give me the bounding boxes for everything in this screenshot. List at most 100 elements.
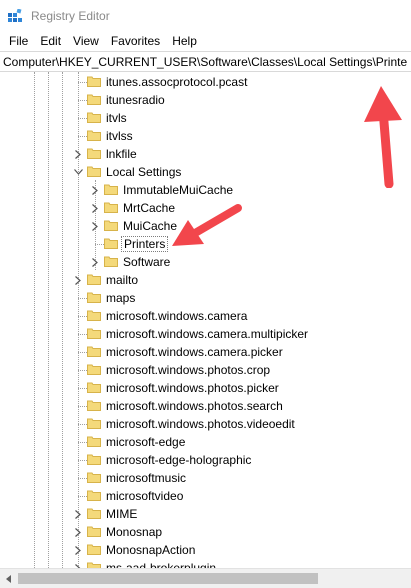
folder-icon (104, 256, 118, 267)
tree-guide-line (78, 478, 87, 479)
tree-row[interactable]: maps (0, 289, 411, 307)
folder-icon (87, 328, 101, 339)
tree-row[interactable]: ms-aad-brokerplugin (0, 559, 411, 568)
tree-item-label: Local Settings (106, 165, 182, 179)
tree-row[interactable]: itunes.assocprotocol.pcast (0, 73, 411, 91)
chevron-right-icon[interactable] (73, 559, 83, 568)
folder-icon (104, 238, 118, 249)
folder-icon (87, 418, 101, 429)
tree-row[interactable]: itunesradio (0, 91, 411, 109)
tree-item-label: Monosnap (106, 525, 163, 539)
tree-guide-line (78, 352, 87, 353)
tree-guide-line (78, 334, 87, 335)
tree-item-label: itvls (106, 111, 127, 125)
chevron-right-icon[interactable] (73, 145, 83, 163)
tree-row[interactable]: microsoftmusic (0, 469, 411, 487)
address-input[interactable] (3, 53, 407, 71)
menu-favorites[interactable]: Favorites (105, 31, 166, 51)
horizontal-scrollbar[interactable] (0, 568, 411, 588)
tree-item-label: microsoft.windows.photos.crop (106, 363, 271, 377)
tree-row[interactable]: microsoft.windows.camera.multipicker (0, 325, 411, 343)
folder-icon (87, 490, 101, 501)
tree-item-label: microsoft-edge (106, 435, 186, 449)
tree-item-label-selected: Printers (121, 236, 169, 252)
address-bar (0, 51, 411, 72)
registry-key-tree[interactable]: itunes.assocprotocol.pcast itunesradio itv… (0, 72, 411, 568)
chevron-right-icon[interactable] (73, 541, 83, 559)
tree-row[interactable]: lnkfile (0, 145, 411, 163)
tree-item-label: lnkfile (106, 147, 137, 161)
tree-row[interactable]: microsoft.windows.camera.picker (0, 343, 411, 361)
tree-item-label: microsoft.windows.photos.videoedit (106, 417, 295, 431)
window-title: Registry Editor (31, 9, 110, 23)
tree-item-label: MonosnapAction (106, 543, 196, 557)
menu-file[interactable]: File (3, 31, 34, 51)
folder-icon (87, 526, 101, 537)
folder-icon (87, 94, 101, 105)
tree-row[interactable]: Monosnap (0, 523, 411, 541)
chevron-right-icon[interactable] (73, 523, 83, 541)
tree-guide-line (78, 496, 87, 497)
tree-row[interactable]: Software (0, 253, 411, 271)
chevron-right-icon[interactable] (90, 253, 100, 271)
tree-row[interactable]: itvlss (0, 127, 411, 145)
tree-row[interactable]: microsoft-edge (0, 433, 411, 451)
chevron-right-icon[interactable] (73, 271, 83, 289)
tree-item-label: microsoft.windows.photos.search (106, 399, 283, 413)
folder-icon (87, 364, 101, 375)
tree-guide-line (78, 406, 87, 407)
tree-row[interactable]: mailto (0, 271, 411, 289)
tree-row[interactable]: microsoft.windows.photos.videoedit (0, 415, 411, 433)
tree-guide-line (78, 388, 87, 389)
title-bar: Registry Editor (0, 0, 411, 31)
chevron-right-icon[interactable] (90, 181, 100, 199)
tree-row[interactable]: microsoft.windows.photos.picker (0, 379, 411, 397)
scroll-left-arrow-icon[interactable] (0, 569, 17, 588)
folder-icon (87, 472, 101, 483)
tree-item-label: microsoftmusic (106, 471, 187, 485)
tree-guide-line (78, 100, 87, 101)
menu-view[interactable]: View (67, 31, 105, 51)
folder-icon (87, 454, 101, 465)
menu-edit[interactable]: Edit (34, 31, 67, 51)
chevron-right-icon[interactable] (90, 217, 100, 235)
annotation-arrow-up-icon (364, 86, 402, 188)
chevron-right-icon[interactable] (90, 199, 100, 217)
tree-row[interactable]: microsoft.windows.camera (0, 307, 411, 325)
tree-item-label: maps (106, 291, 136, 305)
menu-bar: File Edit View Favorites Help (0, 31, 411, 51)
tree-row[interactable]: microsoft.windows.photos.crop (0, 361, 411, 379)
tree-row[interactable]: ImmutableMuiCache (0, 181, 411, 199)
tree-item-label: itvlss (106, 129, 133, 143)
tree-item-label: mailto (106, 273, 139, 287)
folder-icon (104, 184, 118, 195)
tree-row[interactable]: MonosnapAction (0, 541, 411, 559)
annotation-arrow-left-icon (172, 204, 242, 246)
tree-row[interactable]: itvls (0, 109, 411, 127)
chevron-down-icon[interactable] (73, 163, 83, 181)
tree-guide-line (78, 460, 87, 461)
registry-editor-icon (8, 8, 22, 23)
folder-icon (87, 148, 101, 159)
folder-icon (87, 544, 101, 555)
tree-guide-line (78, 82, 87, 83)
tree-row[interactable]: MIME (0, 505, 411, 523)
folder-icon (87, 400, 101, 411)
chevron-right-icon[interactable] (73, 505, 83, 523)
tree-row[interactable]: microsoft-edge-holographic (0, 451, 411, 469)
folder-icon (87, 76, 101, 87)
tree-guide-line (78, 424, 87, 425)
tree-row[interactable]: microsoftvideo (0, 487, 411, 505)
tree-item-label: ms-aad-brokerplugin (106, 561, 217, 568)
folder-icon (87, 508, 101, 519)
tree-guide-line (78, 118, 87, 119)
tree-guide-line (78, 136, 87, 137)
scrollbar-thumb[interactable] (18, 573, 318, 584)
menu-help[interactable]: Help (166, 31, 203, 51)
tree-item-label: microsoft.windows.camera.multipicker (106, 327, 309, 341)
tree-row[interactable]: microsoft.windows.photos.search (0, 397, 411, 415)
tree-item-label: MIME (106, 507, 138, 521)
tree-guide-line (78, 298, 87, 299)
folder-icon (104, 220, 118, 231)
tree-row[interactable]: Local Settings (0, 163, 411, 181)
